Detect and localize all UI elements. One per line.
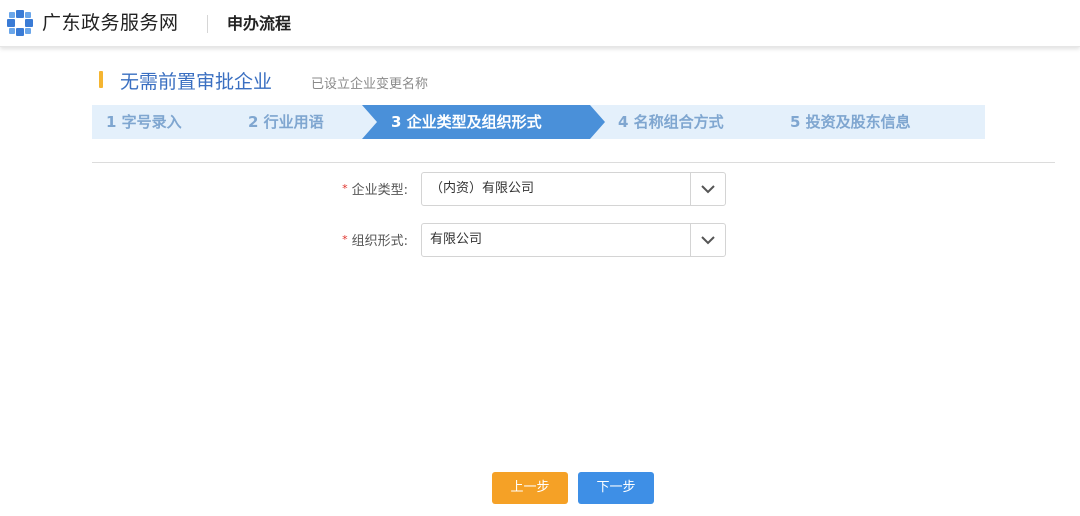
top-header: 广东政务服务网 申办流程: [0, 0, 1080, 47]
section-title: 无需前置审批企业: [120, 71, 273, 93]
org-form-value: 有限公司: [430, 232, 483, 247]
step-5: 5 投资及股东信息: [790, 113, 911, 131]
step-3-active: 3 企业类型及组织形式: [391, 113, 542, 131]
required-mark: *: [342, 233, 348, 246]
chevron-down-icon: [701, 185, 715, 194]
step-1: 1 字号录入: [106, 113, 182, 131]
required-mark: *: [342, 182, 348, 195]
org-form-select[interactable]: 有限公司: [421, 223, 726, 257]
section-divider: [92, 162, 1055, 163]
gd-gov-logo-icon[interactable]: [6, 9, 34, 37]
enterprise-type-label: * 企业类型:: [342, 172, 408, 206]
chevron-down-icon: [701, 236, 715, 245]
page-title: 申办流程: [227, 14, 292, 33]
prev-step-button[interactable]: 上一步: [492, 472, 568, 504]
step-progress-bar: 1 字号录入 2 行业用语 3 企业类型及组织形式 4 名称组合方式 5 投资及…: [92, 105, 985, 139]
step-2: 2 行业用语: [248, 113, 324, 131]
step-4: 4 名称组合方式: [618, 113, 724, 131]
site-name[interactable]: 广东政务服务网: [42, 11, 179, 35]
enterprise-type-select[interactable]: （内资）有限公司: [421, 172, 726, 206]
enterprise-type-label-text: 企业类型:: [351, 183, 408, 198]
enterprise-type-value: （内资）有限公司: [430, 181, 535, 196]
org-form-dropdown-button[interactable]: [690, 224, 725, 256]
section-subtitle: 已设立企业变更名称: [311, 77, 429, 92]
enterprise-type-dropdown-button[interactable]: [690, 173, 725, 205]
form-row-org-form: * 组织形式: 有限公司: [0, 223, 1080, 257]
org-form-label-text: 组织形式:: [351, 234, 408, 249]
org-form-label: * 组织形式:: [342, 223, 408, 257]
next-step-button[interactable]: 下一步: [578, 472, 654, 504]
header-divider: [207, 15, 208, 33]
form-row-enterprise-type: * 企业类型: （内资）有限公司: [0, 172, 1080, 206]
section-accent-bar: [99, 71, 103, 88]
